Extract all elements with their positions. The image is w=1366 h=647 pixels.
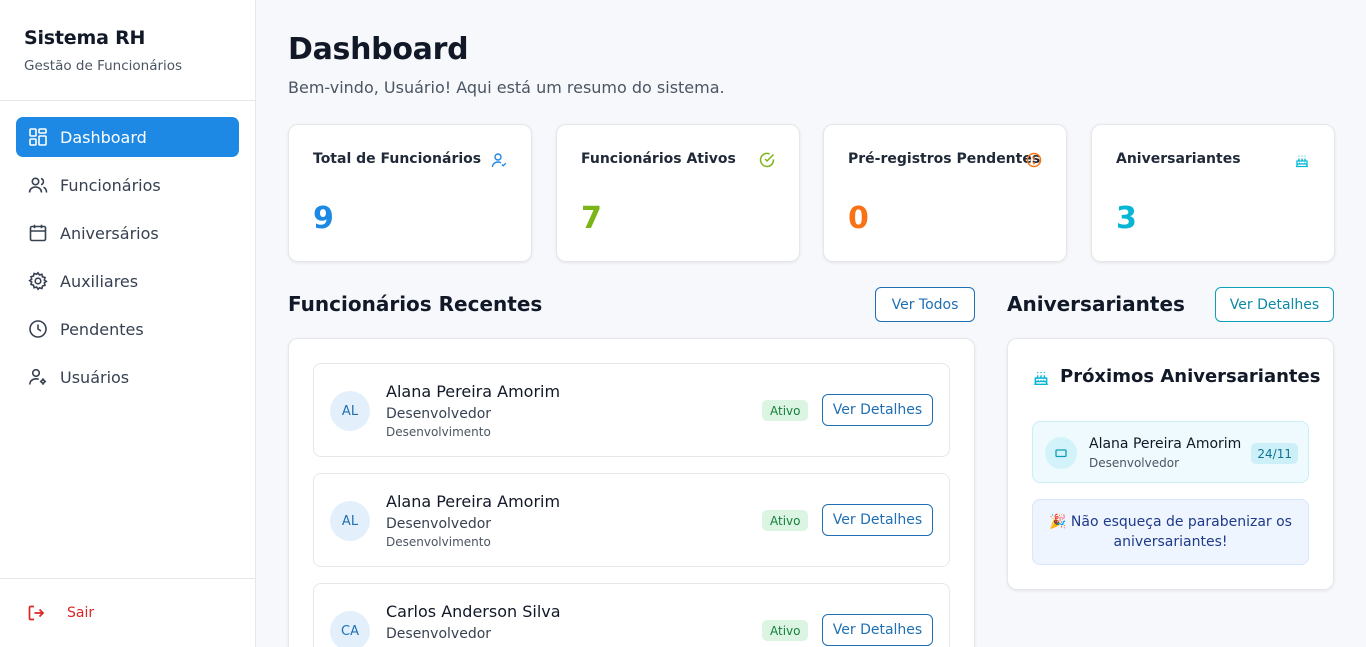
view-details-button[interactable]: Ver Detalhes — [822, 614, 933, 646]
sidebar-item-label: Auxiliares — [60, 271, 139, 291]
gear-icon — [28, 271, 48, 291]
recent-section-title: Funcionários Recentes — [288, 292, 543, 316]
list-item: CA Carlos Anderson Silva Desenvolvedor A… — [313, 583, 950, 647]
birthday-name: Alana Pereira Amorim — [1089, 436, 1242, 452]
sidebar-item-label: Pendentes — [60, 319, 144, 339]
sidebar-nav: Dashboard Funcionários Aniversários Auxi… — [0, 101, 255, 397]
stat-card-total: Total de Funcionários 9 — [288, 124, 532, 262]
users-icon — [28, 175, 48, 195]
status-badge: Ativo — [762, 620, 809, 641]
employee-name: Alana Pereira Amorim — [386, 492, 561, 511]
stat-value: 9 — [313, 201, 334, 236]
employee-role: Desenvolvedor — [386, 516, 492, 532]
employee-name: Alana Pereira Amorim — [386, 382, 561, 401]
cake-icon — [1032, 368, 1050, 386]
dashboard-icon — [28, 127, 48, 147]
employee-name: Carlos Anderson Silva — [386, 602, 561, 621]
sidebar-item-dashboard[interactable]: Dashboard — [16, 117, 239, 157]
sidebar-item-funcionarios[interactable]: Funcionários — [16, 165, 239, 205]
status-badge: Ativo — [762, 510, 809, 531]
employee-department: Desenvolvimento — [386, 535, 491, 549]
birthdays-panel: Próximos Aniversariantes Alana Pereira A… — [1007, 338, 1334, 590]
app-title: Sistema RH — [24, 27, 146, 49]
sidebar-item-aniversarios[interactable]: Aniversários — [16, 213, 239, 253]
stat-value: 3 — [1116, 201, 1137, 236]
recent-employees-panel: AL Alana Pereira Amorim Desenvolvedor De… — [288, 338, 975, 647]
logout-icon — [27, 604, 45, 622]
sidebar: Sistema RH Gestão de Funcionários Dashbo… — [0, 0, 256, 647]
list-item: AL Alana Pereira Amorim Desenvolvedor De… — [313, 363, 950, 457]
stat-label: Total de Funcionários — [313, 151, 482, 167]
stat-value: 0 — [848, 201, 869, 236]
list-item: AL Alana Pereira Amorim Desenvolvedor De… — [313, 473, 950, 567]
avatar: AL — [330, 501, 370, 541]
avatar: AL — [330, 391, 370, 431]
stat-value: 7 — [581, 201, 602, 236]
birthdays-panel-header: Próximos Aniversariantes — [1032, 366, 1320, 387]
stat-label: Pré-registros Pendentes — [848, 151, 1041, 167]
view-details-button[interactable]: Ver Detalhes — [822, 394, 933, 426]
sidebar-item-auxiliares[interactable]: Auxiliares — [16, 261, 239, 301]
user-icon — [491, 152, 507, 168]
stat-label: Funcionários Ativos — [581, 151, 736, 167]
sidebar-item-label: Usuários — [60, 367, 130, 387]
status-badge: Ativo — [762, 400, 809, 421]
sidebar-item-label: Funcionários — [60, 175, 161, 195]
logout-button[interactable]: Sair — [0, 578, 255, 647]
view-details-button[interactable]: Ver Detalhes — [822, 504, 933, 536]
avatar: CA — [330, 611, 370, 647]
stat-card-pendentes: Pré-registros Pendentes 0 — [823, 124, 1067, 262]
employee-role: Desenvolvedor — [386, 406, 492, 422]
sidebar-item-label: Dashboard — [60, 127, 147, 147]
clock-icon — [28, 319, 48, 339]
gift-icon — [1045, 437, 1077, 469]
birthday-list-item[interactable]: Alana Pereira Amorim Desenvolvedor 24/11 — [1032, 421, 1309, 483]
logout-label: Sair — [67, 605, 95, 621]
alert-circle-icon — [1026, 152, 1042, 168]
user-settings-icon — [28, 367, 48, 387]
stat-card-aniversariantes: Aniversariantes 3 — [1091, 124, 1335, 262]
birthday-reminder: 🎉 Não esqueça de parabenizar os aniversa… — [1032, 499, 1309, 565]
birthday-date-badge: 24/11 — [1251, 443, 1298, 464]
calendar-icon — [28, 223, 48, 243]
sidebar-item-label: Aniversários — [60, 223, 159, 243]
brand: Sistema RH Gestão de Funcionários — [0, 0, 255, 101]
employee-role: Desenvolvedor — [386, 626, 492, 642]
sidebar-item-usuarios[interactable]: Usuários — [16, 357, 239, 397]
employee-department: Desenvolvimento — [386, 425, 491, 439]
cake-icon — [1294, 152, 1310, 168]
birthday-role: Desenvolvedor — [1089, 456, 1180, 470]
view-all-button[interactable]: Ver Todos — [875, 287, 975, 322]
page-title: Dashboard — [288, 32, 469, 67]
check-circle-icon — [759, 152, 775, 168]
birthdays-panel-title: Próximos Aniversariantes — [1060, 366, 1321, 387]
app-subtitle: Gestão de Funcionários — [24, 58, 183, 74]
page-subtitle: Bem-vindo, Usuário! Aqui está um resumo … — [288, 78, 725, 97]
stat-card-ativos: Funcionários Ativos 7 — [556, 124, 800, 262]
sidebar-item-pendentes[interactable]: Pendentes — [16, 309, 239, 349]
birthdays-details-button[interactable]: Ver Detalhes — [1215, 287, 1334, 322]
stat-label: Aniversariantes — [1116, 151, 1241, 167]
birthdays-section-title: Aniversariantes — [1007, 292, 1185, 316]
